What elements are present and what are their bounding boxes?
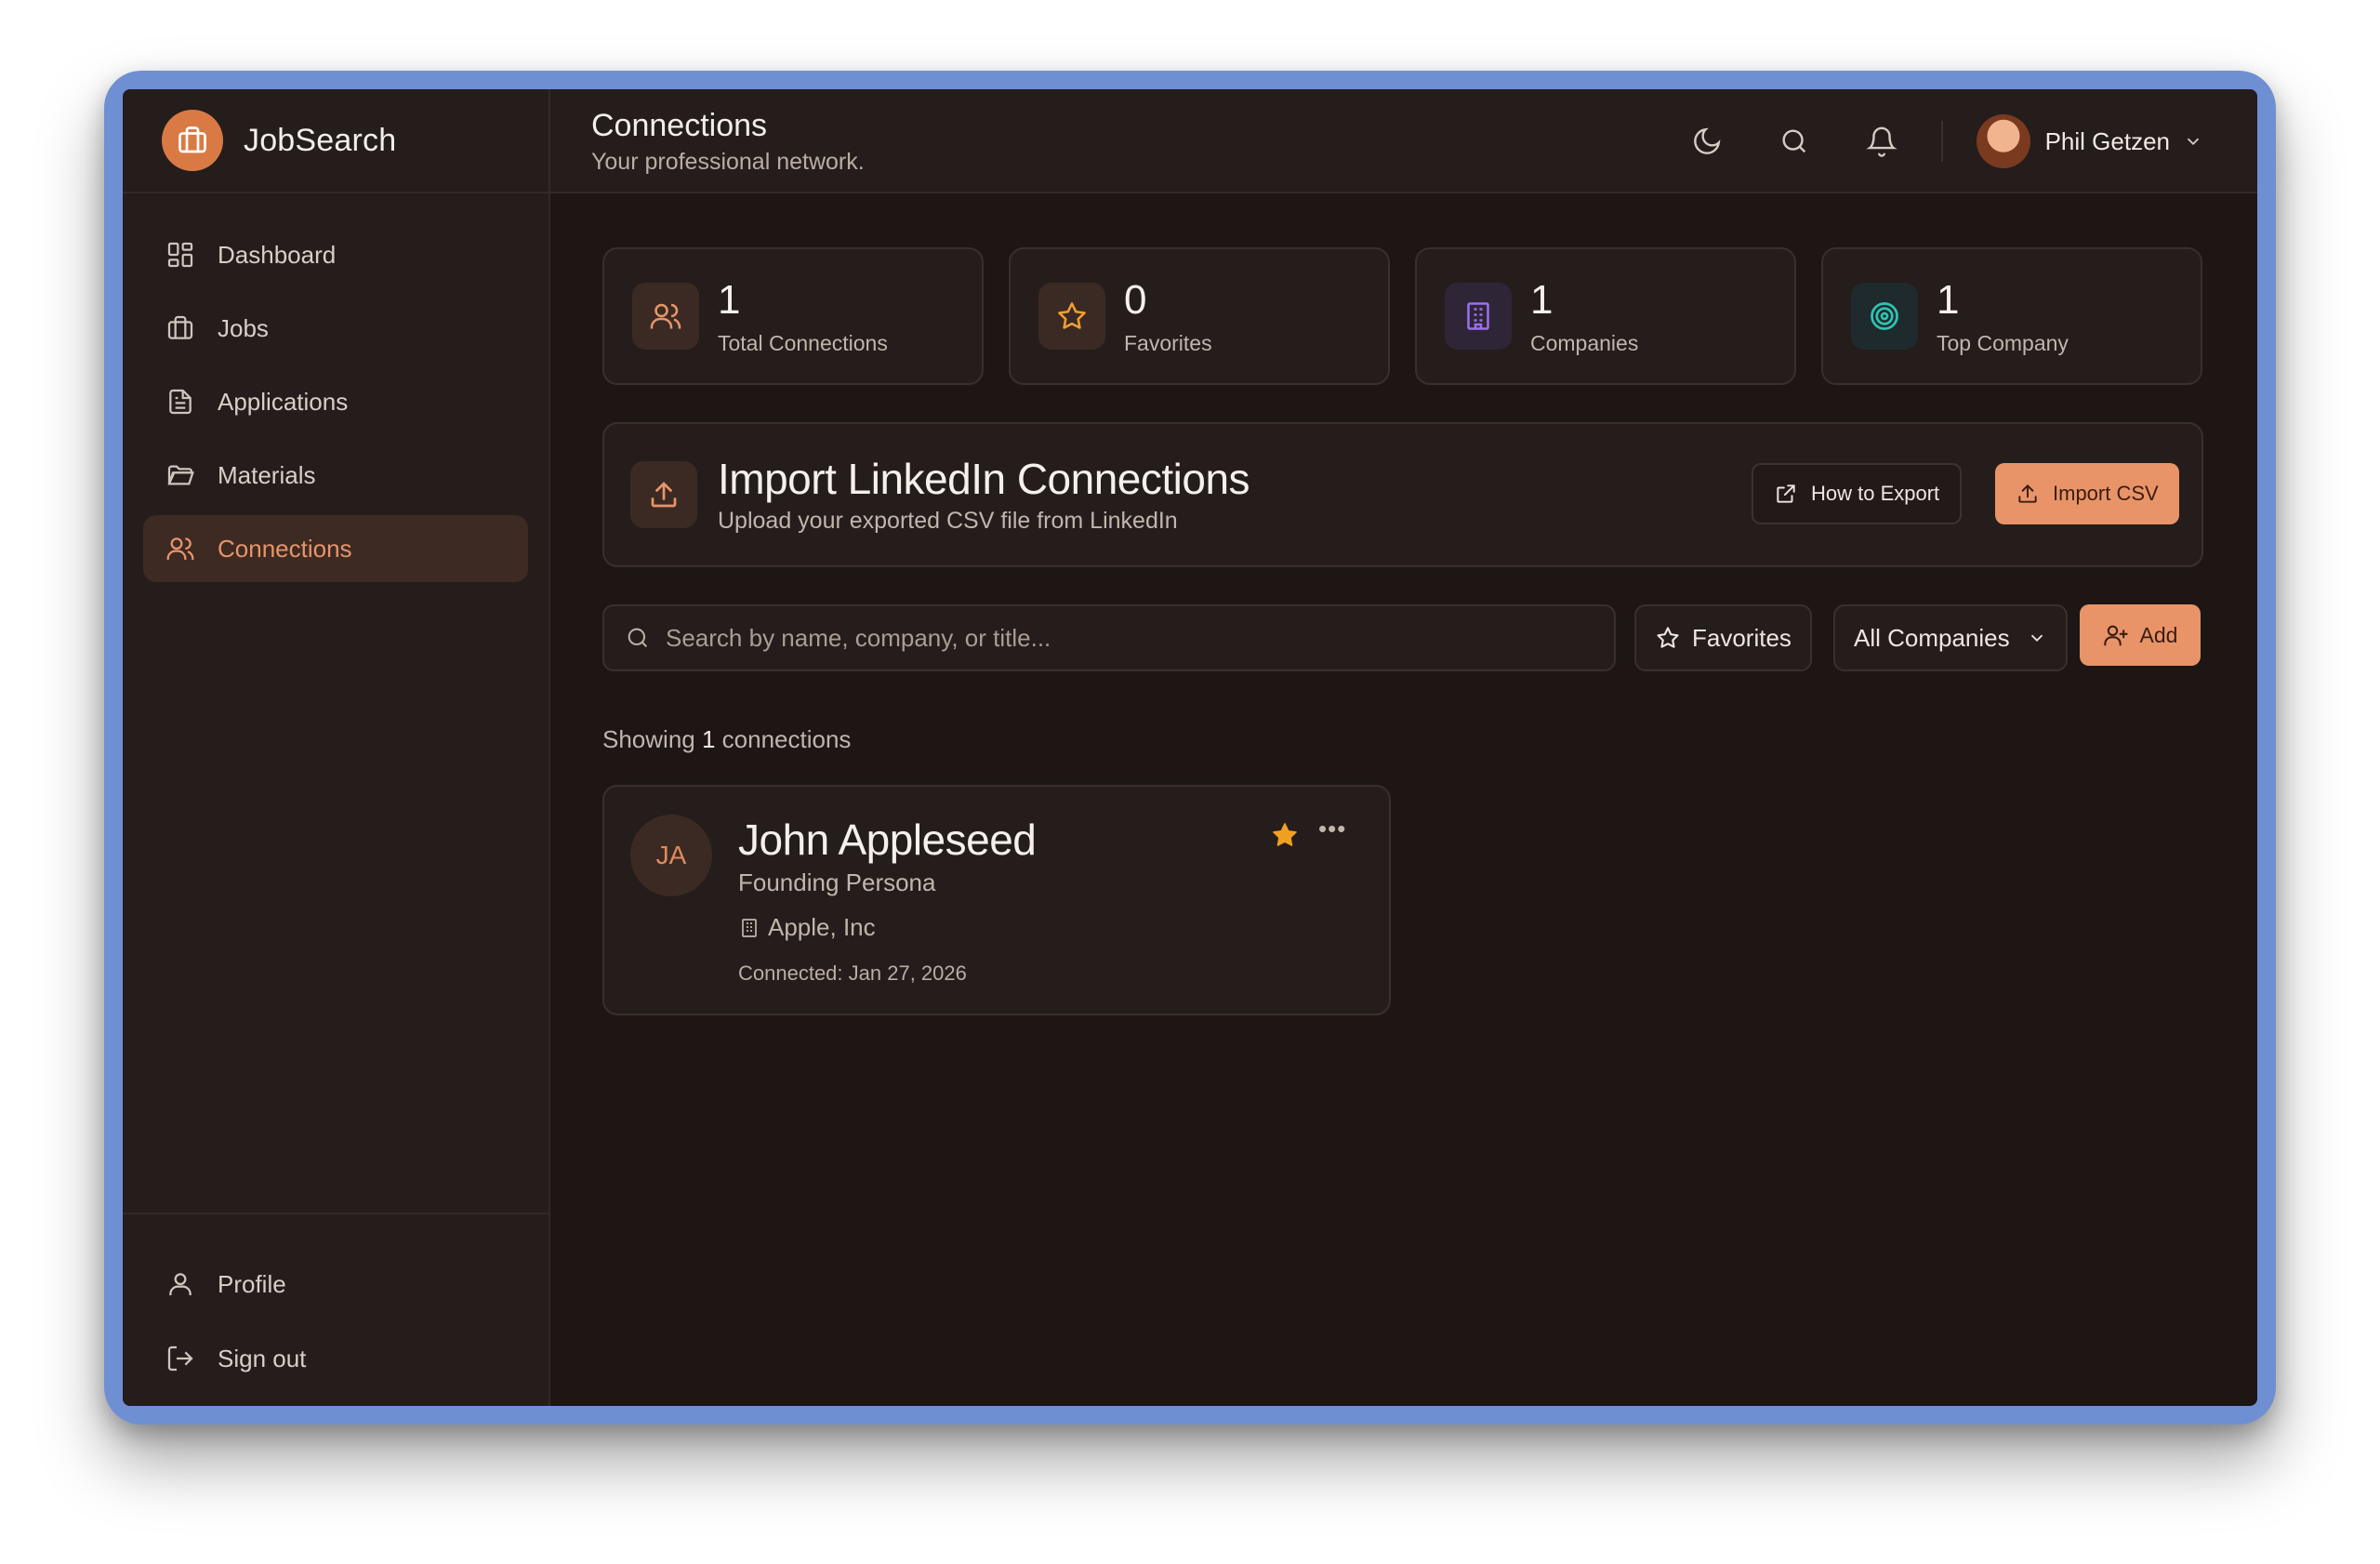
upload-icon [630,461,697,528]
company-filter-label: All Companies [1854,623,2010,652]
main-content: 1 Total Connections 0 Favorites 1 Compan… [550,193,2257,1406]
import-csv-button[interactable]: Import CSV [1995,463,2179,524]
stat-value: 0 [1124,277,1147,323]
logout-icon [162,1340,199,1377]
building-icon [1445,283,1512,350]
how-to-export-label: How to Export [1811,482,1940,505]
users-icon [632,283,699,350]
more-options-button[interactable]: ••• [1318,815,1346,843]
avatar: JA [630,815,712,896]
import-subtitle: Upload your exported CSV file from Linke… [718,508,1178,534]
connection-name: John Appleseed [738,815,1037,864]
briefcase-logo-icon [162,110,223,171]
stat-label: Top Company [1937,331,2069,355]
results-suffix: connections [721,725,852,753]
stat-companies: 1 Companies [1415,247,1796,385]
sidebar-item-label: Profile [218,1269,286,1298]
favorite-toggle[interactable] [1270,820,1300,855]
star-icon [1657,627,1679,648]
stat-total-connections: 1 Total Connections [602,247,984,385]
connection-company: Apple, Inc [738,913,876,942]
briefcase-icon [162,310,199,347]
page-title: Connections [591,108,768,143]
sidebar-item-label: Connections [218,534,352,563]
external-link-icon [1777,484,1795,503]
search-icon [628,628,648,648]
how-to-export-button[interactable]: How to Export [1752,463,1963,524]
users-icon [162,530,199,567]
connection-title: Founding Persona [738,868,936,896]
stat-value: 1 [1530,277,1554,323]
stat-value: 1 [1937,277,1960,323]
sidebar-item-applications[interactable]: Applications [143,368,528,435]
search-box[interactable] [602,604,1616,671]
sidebar-item-connections[interactable]: Connections [143,515,528,582]
sidebar-item-label: Sign out [218,1344,307,1372]
chevron-down-icon [2187,138,2200,146]
favorites-filter-button[interactable]: Favorites [1634,604,1812,671]
search-icon [1782,129,1805,153]
user-menu[interactable]: Phil Getzen [1976,114,2203,168]
results-prefix: Showing [602,725,695,753]
company-filter-select[interactable]: All Companies [1833,604,2068,671]
sidebar-item-jobs[interactable]: Jobs [143,295,528,362]
window-frame: JobSearch Dashboard Jobs Applications Ma… [104,71,2276,1425]
sidebar-item-label: Applications [218,387,349,416]
moon-icon [1693,127,1720,154]
top-header: Connections Your professional network. P… [550,89,2257,193]
ellipsis-icon: ••• [1318,815,1347,842]
dashboard-icon [162,236,199,273]
sidebar-item-materials[interactable]: Materials [143,442,528,509]
stat-favorites: 0 Favorites [1009,247,1390,385]
import-csv-label: Import CSV [2053,482,2159,505]
bell-icon [1865,126,1897,157]
sidebar-item-dashboard[interactable]: Dashboard [143,221,528,288]
building-icon [742,918,757,937]
header-actions: Phil Getzen [1646,112,2203,171]
search-button[interactable] [1768,115,1820,167]
avatar [1976,114,2030,168]
sidebar-item-sign-out[interactable]: Sign out [143,1326,528,1391]
sidebar-item-label: Jobs [218,313,269,342]
favorites-filter-label: Favorites [1692,623,1792,652]
connected-date: Connected: Jan 27, 2026 [738,961,967,985]
star-icon [1038,283,1105,350]
connection-card[interactable]: JA John Appleseed Founding Persona Apple… [602,785,1391,1015]
sidebar-item-profile[interactable]: Profile [143,1252,528,1317]
dark-mode-toggle[interactable] [1681,115,1733,167]
results-count: Showing 1 connections [602,725,851,754]
company-name: Apple, Inc [768,913,876,941]
import-linkedin-panel: Import LinkedIn Connections Upload your … [602,422,2203,567]
folder-icon [162,457,199,494]
import-title: Import LinkedIn Connections [718,455,1250,503]
stat-value: 1 [718,277,741,323]
results-number: 1 [701,725,716,753]
sidebar-footer: Profile Sign out [123,1213,549,1400]
header-divider [1940,121,1943,162]
add-label: Add [2139,622,2178,647]
add-user-icon [2103,625,2128,646]
target-icon [1851,283,1918,350]
brand[interactable]: JobSearch [123,89,549,193]
stat-label: Favorites [1124,331,1212,355]
stat-label: Companies [1530,331,1639,355]
page-subtitle: Your professional network. [591,149,865,175]
sidebar: JobSearch Dashboard Jobs Applications Ma… [123,89,550,1406]
star-filled-icon [1273,823,1297,846]
brand-name: JobSearch [244,122,397,158]
stat-label: Total Connections [718,331,888,355]
notifications-button[interactable] [1856,115,1908,167]
sidebar-item-label: Materials [218,460,316,489]
add-connection-button[interactable]: Add [2080,604,2201,666]
document-icon [162,383,199,420]
stat-top-company: 1 Top Company [1821,247,2202,385]
chevron-down-icon [2030,634,2043,643]
search-input[interactable] [666,623,1577,653]
user-icon [162,1266,199,1303]
upload-icon [2018,484,2037,503]
app-window: JobSearch Dashboard Jobs Applications Ma… [123,89,2257,1406]
user-name: Phil Getzen [2044,126,2170,155]
sidebar-item-label: Dashboard [218,240,337,269]
sidebar-nav: Dashboard Jobs Applications Materials Co… [123,193,549,616]
